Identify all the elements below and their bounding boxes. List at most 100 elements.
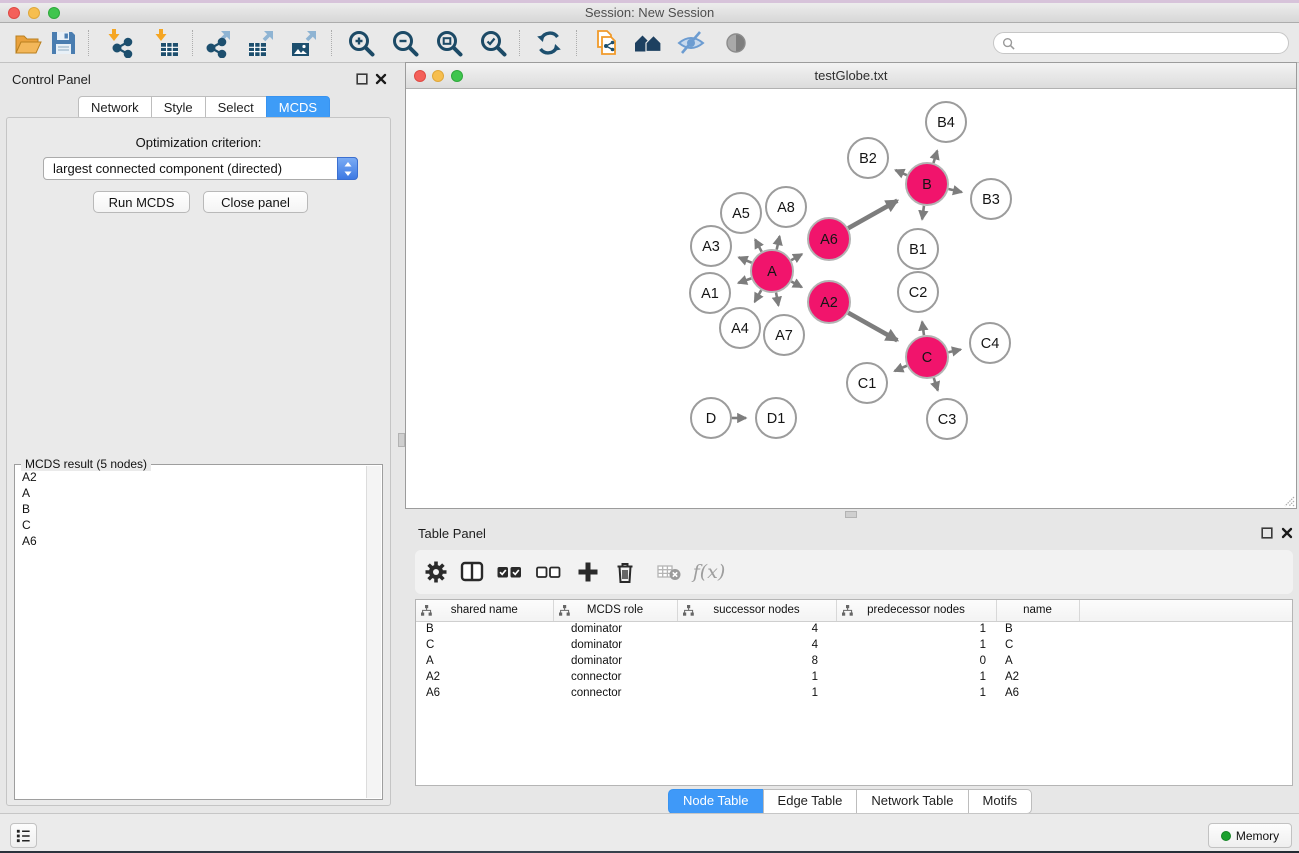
close-panel-button[interactable] — [374, 73, 387, 86]
table-cell[interactable]: dominator — [553, 621, 677, 637]
column-header-predecessor-nodes[interactable]: predecessor nodes — [836, 600, 996, 621]
table-cell[interactable]: 1 — [836, 685, 996, 701]
graph-edge[interactable] — [922, 322, 924, 335]
float-table-panel-button[interactable] — [1260, 527, 1273, 540]
graph-edge[interactable] — [933, 151, 937, 163]
table-settings-button[interactable] — [422, 558, 450, 586]
duplicate-network-button[interactable] — [590, 27, 622, 59]
table-cell[interactable]: B — [416, 621, 553, 637]
table-cell[interactable]: dominator — [553, 653, 677, 669]
result-item[interactable]: A6 — [16, 533, 366, 549]
table-cell[interactable]: connector — [553, 669, 677, 685]
function-builder-button[interactable]: f(x) — [687, 558, 731, 586]
table-row[interactable]: Adominator80A — [416, 653, 1293, 669]
criterion-select[interactable]: largest connected component (directed) — [43, 157, 358, 180]
zoom-in-button[interactable] — [345, 27, 377, 59]
table-cell[interactable]: A6 — [996, 685, 1079, 701]
task-history-button[interactable] — [10, 823, 37, 848]
open-session-button[interactable] — [11, 27, 43, 59]
table-cell[interactable]: A2 — [416, 669, 553, 685]
export-network-button[interactable] — [202, 27, 234, 59]
column-header-name[interactable]: name — [996, 600, 1079, 621]
network-minimize-button[interactable] — [432, 70, 444, 82]
export-table-button[interactable] — [245, 27, 277, 59]
table-cell[interactable]: C — [416, 637, 553, 653]
table-cell[interactable]: A6 — [416, 685, 553, 701]
result-list-scrollbar[interactable] — [366, 466, 381, 798]
table-cell[interactable]: connector — [553, 685, 677, 701]
table-cell[interactable]: A2 — [996, 669, 1079, 685]
destroy-table-button[interactable] — [655, 558, 683, 586]
close-table-panel-button[interactable] — [1280, 527, 1293, 540]
result-item[interactable]: B — [16, 501, 366, 517]
clear-selection-button[interactable] — [534, 558, 562, 586]
table-cell[interactable]: 4 — [677, 637, 836, 653]
table-row[interactable]: Cdominator41C — [416, 637, 1293, 653]
maximize-window-button[interactable] — [48, 7, 60, 19]
table-cell[interactable]: B — [996, 621, 1079, 637]
graph-edge[interactable] — [922, 206, 924, 219]
graph-edge[interactable] — [934, 378, 938, 391]
graph-edge[interactable] — [895, 170, 906, 175]
table-cell[interactable]: 1 — [836, 621, 996, 637]
table-cell[interactable]: A — [996, 653, 1079, 669]
table-cell[interactable]: 0 — [836, 653, 996, 669]
tab-network-table[interactable]: Network Table — [856, 789, 968, 814]
table-cell[interactable]: 8 — [677, 653, 836, 669]
graph-edge[interactable] — [848, 313, 897, 341]
table-row[interactable]: A6connector11A6 — [416, 685, 1293, 701]
zoom-selected-button[interactable] — [477, 27, 509, 59]
select-all-button[interactable] — [495, 558, 523, 586]
result-item[interactable]: C — [16, 517, 366, 533]
table-row[interactable]: Bdominator41B — [416, 621, 1293, 637]
table-cell[interactable]: 1 — [677, 685, 836, 701]
graph-edge[interactable] — [848, 201, 897, 229]
delete-column-button[interactable] — [611, 558, 639, 586]
import-network-button[interactable] — [103, 27, 135, 59]
hide-selected-button[interactable] — [675, 27, 707, 59]
graph-edge[interactable] — [791, 282, 801, 288]
table-cell[interactable]: 4 — [677, 621, 836, 637]
column-header-successor-nodes[interactable]: successor nodes — [677, 600, 836, 621]
graph-edge[interactable] — [948, 350, 960, 353]
first-neighbors-button[interactable] — [632, 27, 664, 59]
network-maximize-button[interactable] — [451, 70, 463, 82]
column-header-MCDS-role[interactable]: MCDS role — [553, 600, 677, 621]
graph-edge[interactable] — [948, 189, 961, 192]
graph-edge[interactable] — [738, 278, 751, 283]
tab-motifs[interactable]: Motifs — [968, 789, 1033, 814]
apply-layout-button[interactable] — [533, 27, 565, 59]
tab-edge-table[interactable]: Edge Table — [763, 789, 858, 814]
graph-edge[interactable] — [895, 366, 907, 371]
add-column-button[interactable] — [574, 558, 602, 586]
save-session-button[interactable] — [47, 27, 79, 59]
network-canvas[interactable]: B4B2BB3A8A5A6A3B1AA1C2A2A4A7C4CC1C3DD1 — [406, 89, 1296, 508]
resize-grip-icon[interactable] — [1282, 494, 1295, 507]
table-cell[interactable]: dominator — [553, 637, 677, 653]
tab-node-table[interactable]: Node Table — [668, 789, 764, 814]
table-cell[interactable]: A — [416, 653, 553, 669]
table-row[interactable]: A2connector11A2 — [416, 669, 1293, 685]
graph-edge[interactable] — [791, 254, 802, 260]
show-columns-button[interactable] — [458, 558, 486, 586]
memory-button[interactable]: Memory — [1208, 823, 1292, 848]
close-window-button[interactable] — [8, 7, 20, 19]
result-item[interactable]: A — [16, 485, 366, 501]
graph-edge[interactable] — [776, 293, 778, 306]
graph-edge[interactable] — [755, 290, 762, 302]
import-table-button[interactable] — [150, 27, 182, 59]
float-panel-button[interactable] — [355, 73, 368, 86]
column-header-shared-name[interactable]: shared name — [416, 600, 553, 621]
run-mcds-button[interactable]: Run MCDS — [93, 191, 190, 213]
result-item[interactable]: A2 — [16, 469, 366, 485]
table-cell[interactable]: 1 — [836, 637, 996, 653]
table-cell[interactable]: C — [996, 637, 1079, 653]
minimize-window-button[interactable] — [28, 7, 40, 19]
combo-stepper[interactable] — [337, 157, 358, 180]
horizontal-splitter-handle[interactable] — [845, 511, 857, 518]
table-cell[interactable]: 1 — [677, 669, 836, 685]
graph-edge[interactable] — [755, 239, 761, 251]
zoom-fit-button[interactable] — [433, 27, 465, 59]
graph-edge[interactable] — [777, 236, 780, 249]
zoom-out-button[interactable] — [389, 27, 421, 59]
